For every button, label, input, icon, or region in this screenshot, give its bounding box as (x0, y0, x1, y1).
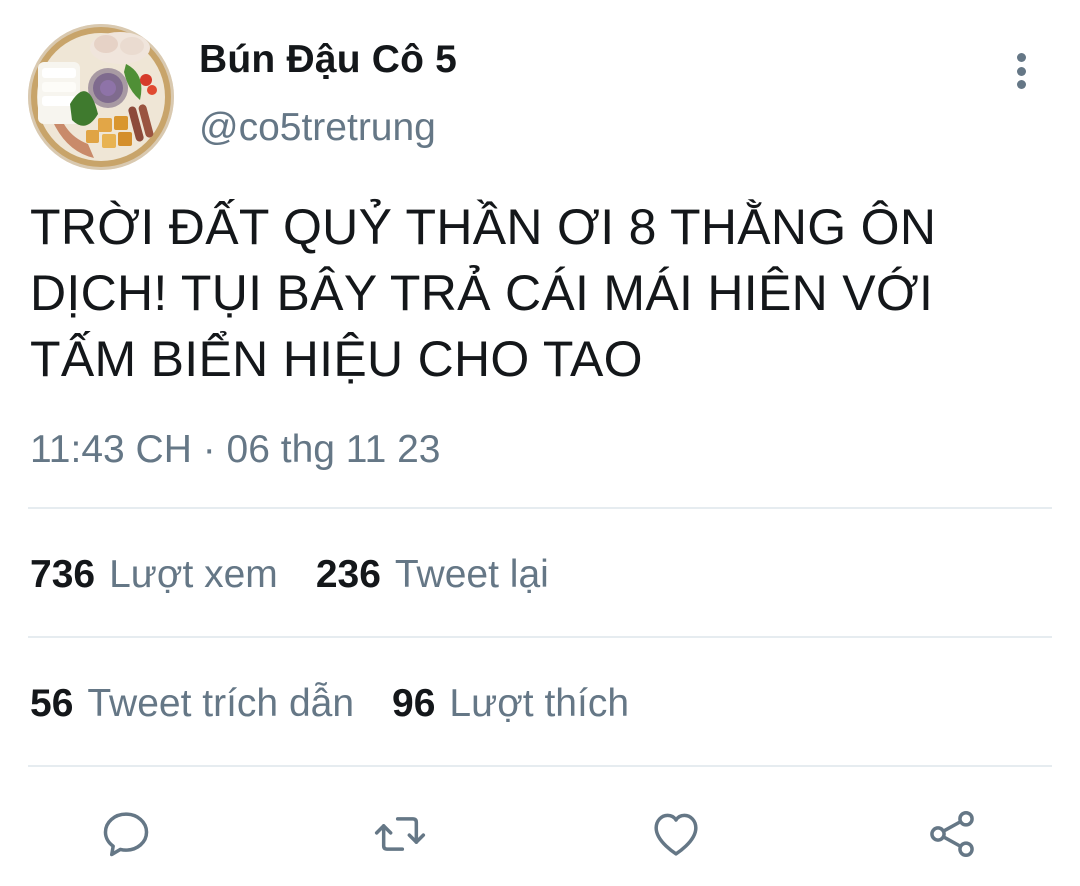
user-handle[interactable]: @co5tretrung (199, 106, 436, 150)
quotes-stat[interactable]: 56 Tweet trích dẫn (30, 682, 354, 726)
retweets-stat[interactable]: 236 Tweet lại (316, 553, 549, 597)
reply-icon (103, 812, 149, 857)
tweet-text-line: TẤM BIỂN HIỆU CHO TAO (30, 331, 643, 387)
likes-stat[interactable]: 96 Lượt thích (392, 682, 629, 726)
tweet-detail: Bún Đậu Cô 5 @co5tretrung TRỜI ĐẤT QUỶ T… (0, 0, 1080, 886)
more-options-button[interactable] (1000, 48, 1042, 94)
more-dot-icon (1016, 66, 1026, 76)
share-button[interactable] (922, 804, 982, 864)
stats-row-quotes-likes: 56 Tweet trích dẫn 96 Lượt thích (30, 682, 629, 726)
reply-button[interactable] (96, 804, 156, 864)
tweet-text: TRỜI ĐẤT QUỶ THẦN ƠI 8 THẰNG ÔN DỊCH! TỤ… (30, 194, 1060, 392)
views-stat: 736 Lượt xem (30, 553, 278, 597)
divider (28, 636, 1052, 638)
avatar-food-image (28, 24, 174, 170)
divider (28, 507, 1052, 509)
quotes-count: 56 (30, 682, 74, 725)
share-icon (930, 811, 974, 857)
more-dot-icon (1016, 80, 1026, 89)
tweet-text-line: DỊCH! TỤI BÂY TRẢ CÁI MÁI HIÊN VỚI (30, 265, 934, 321)
retweets-count: 236 (315, 553, 381, 596)
quotes-label: Tweet trích dẫn (87, 682, 355, 725)
tweet-timestamp[interactable]: 11:43 CH · 06 thg 11 23 (30, 428, 441, 472)
heart-icon (654, 813, 698, 856)
views-count: 736 (30, 553, 96, 596)
stats-row-views-retweets: 736 Lượt xem 236 Tweet lại (30, 553, 549, 597)
avatar[interactable] (28, 24, 174, 170)
views-label: Lượt xem (109, 553, 278, 596)
retweet-button[interactable] (370, 804, 430, 864)
retweets-label: Tweet lại (394, 553, 549, 596)
retweet-icon (374, 817, 426, 851)
likes-label: Lượt thích (449, 682, 630, 725)
divider (28, 765, 1052, 767)
more-dot-icon (1016, 53, 1026, 62)
likes-count: 96 (392, 682, 436, 725)
tweet-text-line: TRỜI ĐẤT QUỶ THẦN ƠI 8 THẰNG ÔN (30, 199, 937, 255)
display-name[interactable]: Bún Đậu Cô 5 (199, 38, 457, 82)
like-button[interactable] (646, 804, 706, 864)
